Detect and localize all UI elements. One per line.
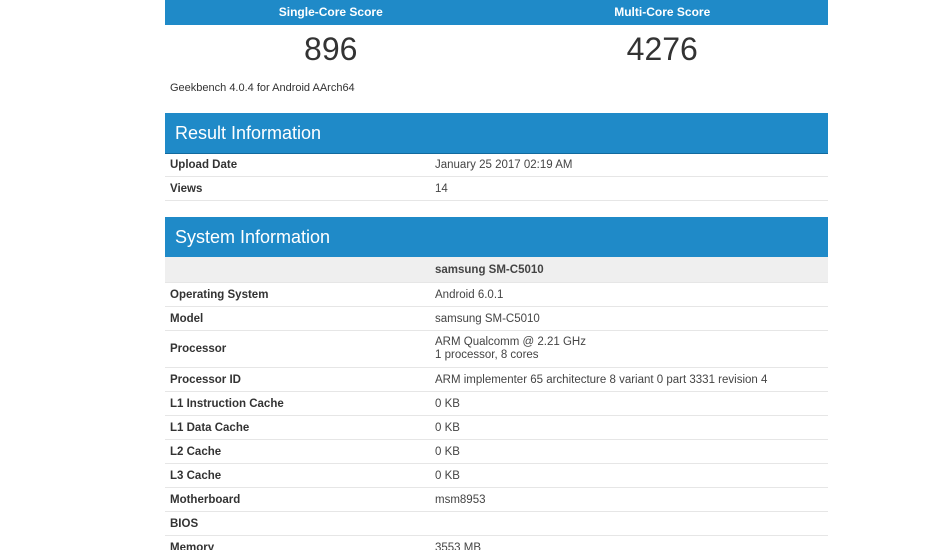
operating-system-value: Android 6.0.1 xyxy=(430,282,828,307)
device-row-spacer xyxy=(165,257,430,283)
l3-cache-value: 0 KB xyxy=(430,463,828,488)
table-row: L1 Instruction Cache 0 KB xyxy=(165,391,828,416)
result-information-header: Result Information xyxy=(165,113,828,153)
table-row: Memory 3553 MB xyxy=(165,535,828,550)
geekbench-result-page: Single-Core Score Multi-Core Score 896 4… xyxy=(0,0,950,550)
table-row: Processor ID ARM implementer 65 architec… xyxy=(165,367,828,392)
motherboard-value: msm8953 xyxy=(430,487,828,512)
system-information-table: samsung SM-C5010 Operating System Androi… xyxy=(165,257,828,550)
processor-id-value: ARM implementer 65 architecture 8 varian… xyxy=(430,367,828,392)
score-header-bar: Single-Core Score Multi-Core Score xyxy=(165,0,828,25)
model-value: samsung SM-C5010 xyxy=(430,306,828,331)
single-core-score-label: Single-Core Score xyxy=(278,5,383,19)
table-row: Operating System Android 6.0.1 xyxy=(165,282,828,307)
motherboard-label: Motherboard xyxy=(165,487,430,512)
score-values: 896 4276 xyxy=(165,25,828,75)
upload-date-value: January 25 2017 02:19 AM xyxy=(430,153,828,177)
result-container: Single-Core Score Multi-Core Score 896 4… xyxy=(165,0,828,550)
single-core-score-value: 896 xyxy=(304,31,358,67)
bios-label: BIOS xyxy=(165,511,430,536)
geekbench-version: Geekbench 4.0.4 for Android AArch64 xyxy=(170,82,355,94)
l1-instruction-cache-label: L1 Instruction Cache xyxy=(165,391,430,416)
table-row: L2 Cache 0 KB xyxy=(165,439,828,464)
l2-cache-label: L2 Cache xyxy=(165,439,430,464)
multi-core-score-label: Multi-Core Score xyxy=(614,5,711,19)
table-row: Views 14 xyxy=(165,176,828,201)
device-row: samsung SM-C5010 xyxy=(165,257,828,283)
multi-core-score-value: 4276 xyxy=(626,31,698,67)
bios-value xyxy=(430,511,828,536)
table-row: L1 Data Cache 0 KB xyxy=(165,415,828,440)
views-label: Views xyxy=(165,176,430,201)
l1-data-cache-label: L1 Data Cache xyxy=(165,415,430,440)
result-information-table: Upload Date January 25 2017 02:19 AM Vie… xyxy=(165,153,828,201)
memory-label: Memory xyxy=(165,535,430,550)
table-row: BIOS xyxy=(165,511,828,536)
table-row: Model samsung SM-C5010 xyxy=(165,306,828,331)
l2-cache-value: 0 KB xyxy=(430,439,828,464)
table-row: Upload Date January 25 2017 02:19 AM xyxy=(165,153,828,177)
processor-cores: 1 processor, 8 cores xyxy=(435,349,539,361)
processor-value: ARM Qualcomm @ 2.21 GHz 1 processor, 8 c… xyxy=(430,330,828,368)
device-name: samsung SM-C5010 xyxy=(430,257,828,283)
processor-label: Processor xyxy=(165,330,430,368)
processor-speed: ARM Qualcomm @ 2.21 GHz xyxy=(435,336,586,348)
l3-cache-label: L3 Cache xyxy=(165,463,430,488)
table-row: Processor ARM Qualcomm @ 2.21 GHz 1 proc… xyxy=(165,330,828,368)
table-row: L3 Cache 0 KB xyxy=(165,463,828,488)
processor-id-label: Processor ID xyxy=(165,367,430,392)
views-value: 14 xyxy=(430,176,828,201)
l1-data-cache-value: 0 KB xyxy=(430,415,828,440)
system-information-header: System Information xyxy=(165,217,828,257)
memory-value: 3553 MB xyxy=(430,535,828,550)
upload-date-label: Upload Date xyxy=(165,153,430,177)
l1-instruction-cache-value: 0 KB xyxy=(430,391,828,416)
operating-system-label: Operating System xyxy=(165,282,430,307)
table-row: Motherboard msm8953 xyxy=(165,487,828,512)
model-label: Model xyxy=(165,306,430,331)
